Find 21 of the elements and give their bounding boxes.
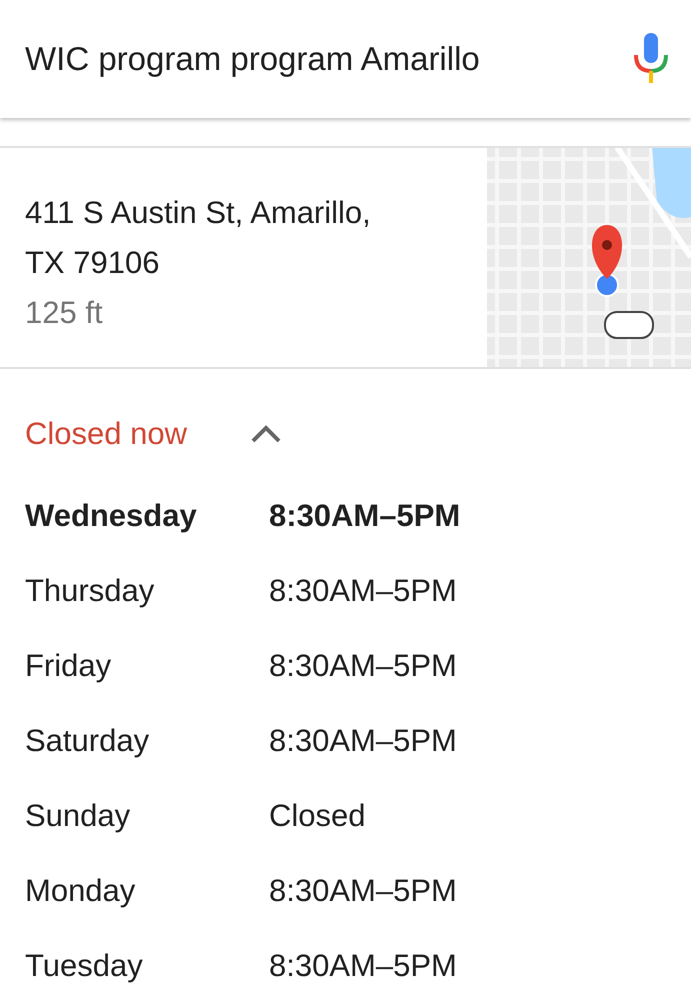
search-field[interactable]: WIC program program Amarillo (25, 34, 585, 84)
distance-text: 125 ft (25, 294, 104, 332)
hours-text: 8:30AM–5PM (269, 947, 457, 986)
hours-text: 8:30AM–5PM (269, 722, 457, 760)
address-line: 411 S Austin St, Amarillo, (25, 194, 372, 232)
day-label: Saturday (25, 722, 150, 760)
hours-text: 8:30AM–5PM (269, 872, 457, 910)
status-text: Closed now (25, 414, 188, 453)
day-label: Monday (25, 872, 136, 910)
day-label: Friday (25, 647, 112, 686)
day-label: Wednesday (25, 497, 198, 536)
hours-text: 8:30AM–5PM (269, 572, 457, 610)
day-label: Tuesday (25, 947, 144, 986)
mic-icon[interactable] (633, 33, 669, 85)
address-line: TX 79106 (25, 244, 160, 282)
hours-text: 8:30AM–5PM (269, 497, 460, 536)
day-label: Sunday (25, 797, 132, 836)
hours-text: Closed (269, 797, 366, 836)
day-label: Thursday (25, 572, 156, 610)
hours-text: 8:30AM–5PM (269, 647, 457, 686)
chevron-up-icon[interactable] (250, 424, 282, 444)
